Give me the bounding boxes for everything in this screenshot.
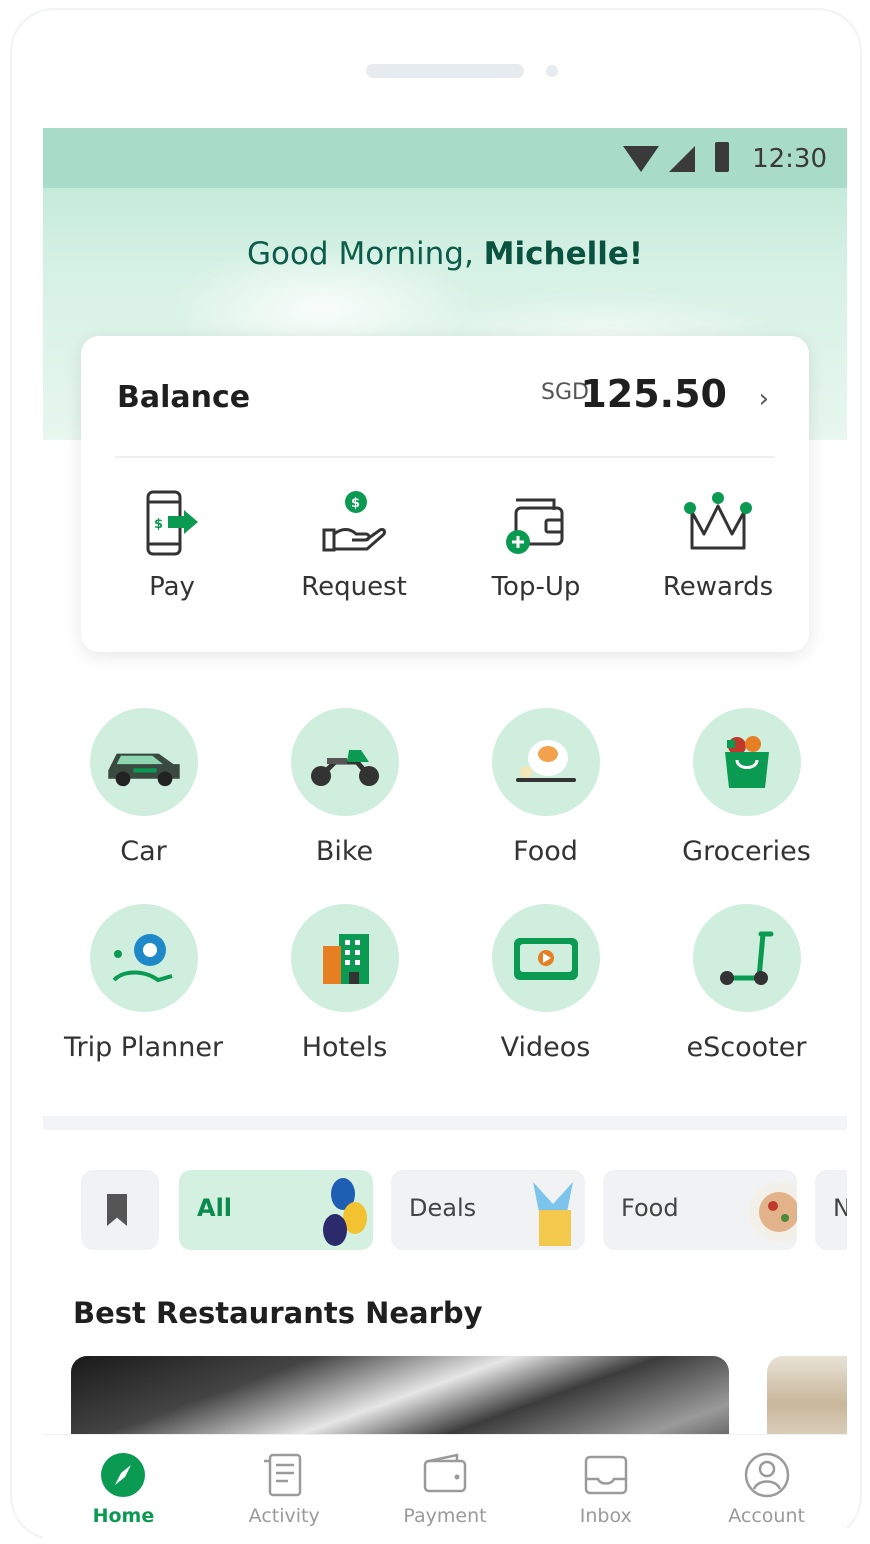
nav-home-label: Home <box>92 1505 155 1527</box>
service-hotels[interactable]: Hotels <box>244 904 445 1100</box>
service-bike-label: Bike <box>315 836 374 867</box>
category-chips: All Deals Food N <box>71 1170 847 1250</box>
trip-planner-icon <box>89 904 198 1012</box>
chip-all[interactable]: All <box>179 1170 373 1250</box>
phone-pay-icon: $ <box>146 490 198 556</box>
top-up-label: Top-Up <box>491 572 581 602</box>
phone-camera <box>546 65 558 77</box>
bottom-navigation: Home Activity Payment Inbox Account <box>43 1434 847 1540</box>
chip-new[interactable]: Ne <box>815 1170 847 1250</box>
chip-deals[interactable]: Deals <box>391 1170 585 1250</box>
svg-text:$: $ <box>351 496 360 511</box>
chip-food-label: Food <box>621 1194 679 1222</box>
chip-new-label: Ne <box>833 1194 847 1222</box>
app-screen: 12:30 Good Morning, Michelle! Balance SG… <box>43 128 847 1540</box>
wifi-icon <box>623 146 659 172</box>
wallet-plus-icon <box>506 498 564 554</box>
service-car-label: Car <box>120 836 167 867</box>
card-divider <box>115 456 775 458</box>
service-groceries-label: Groceries <box>682 836 811 867</box>
bookmark-icon <box>107 1194 127 1226</box>
gift-icon <box>533 1182 573 1246</box>
nav-payment[interactable]: Payment <box>365 1435 526 1540</box>
receipt-icon <box>264 1453 302 1497</box>
nav-account[interactable]: Account <box>686 1435 847 1540</box>
user-icon <box>744 1452 789 1498</box>
chip-all-label: All <box>197 1194 233 1222</box>
food-icon <box>491 708 600 816</box>
video-icon <box>491 904 600 1012</box>
service-car[interactable]: Car <box>43 708 244 904</box>
nav-inbox[interactable]: Inbox <box>525 1435 686 1540</box>
service-groceries[interactable]: Groceries <box>646 708 847 904</box>
phone-frame: 12:30 Good Morning, Michelle! Balance SG… <box>10 8 862 1540</box>
wallet-icon <box>423 1453 467 1493</box>
car-icon <box>89 708 198 816</box>
bike-icon <box>290 708 399 816</box>
top-up-button[interactable]: Top-Up <box>445 486 627 626</box>
nav-inbox-label: Inbox <box>579 1505 632 1527</box>
services-row-2: Trip Planner Hotels Videos eScooter <box>43 904 847 1100</box>
service-hotels-label: Hotels <box>301 1032 388 1063</box>
service-videos-label: Videos <box>500 1032 591 1063</box>
crown-icon <box>684 492 752 550</box>
greeting-prefix: Good Morning, <box>246 236 474 272</box>
nav-home[interactable]: Home <box>43 1435 204 1540</box>
service-escooter[interactable]: eScooter <box>646 904 847 1100</box>
balloons-icon <box>323 1178 367 1246</box>
service-bike[interactable]: Bike <box>244 708 445 904</box>
service-food[interactable]: Food <box>445 708 646 904</box>
inbox-icon <box>584 1455 628 1495</box>
request-button[interactable]: $ Request <box>263 486 445 626</box>
balance-amount[interactable]: 125.50 <box>580 372 727 416</box>
status-time: 12:30 <box>752 144 827 174</box>
service-trip-planner-label: Trip Planner <box>63 1032 224 1063</box>
hand-coin-icon: $ <box>322 491 386 552</box>
service-escooter-label: eScooter <box>686 1032 807 1063</box>
service-food-label: Food <box>513 836 578 867</box>
request-label: Request <box>301 572 407 602</box>
hotel-icon <box>290 904 399 1012</box>
svg-text:$: $ <box>154 517 163 532</box>
rewards-button[interactable]: Rewards <box>627 486 809 626</box>
status-bar: 12:30 <box>43 128 847 188</box>
service-videos[interactable]: Videos <box>445 904 646 1100</box>
balance-label: Balance <box>117 380 251 415</box>
grocery-bag-icon <box>692 708 801 816</box>
chip-food[interactable]: Food <box>603 1170 797 1250</box>
greeting-name: Michelle! <box>483 236 644 272</box>
balance-card: Balance SGD 125.50 › $ Pay $ Request Top… <box>81 336 809 652</box>
service-trip-planner[interactable]: Trip Planner <box>43 904 244 1100</box>
greeting-text: Good Morning, Michelle! <box>43 236 847 272</box>
chip-deals-label: Deals <box>409 1194 477 1222</box>
pay-label: Pay <box>149 572 195 602</box>
section-separator <box>43 1116 847 1130</box>
phone-speaker <box>366 64 524 78</box>
services-grid: Car Bike Food Groceries Trip Planner Hot… <box>43 708 847 1100</box>
food-plate-icon <box>749 1182 797 1242</box>
services-row-1: Car Bike Food Groceries <box>43 708 847 904</box>
nav-activity[interactable]: Activity <box>204 1435 365 1540</box>
wallet-actions: $ Pay $ Request Top-Up Rewards <box>81 486 809 626</box>
scooter-icon <box>692 904 801 1012</box>
nav-payment-label: Payment <box>403 1505 487 1527</box>
signal-icon <box>669 146 695 172</box>
nav-activity-label: Activity <box>248 1505 320 1527</box>
section-title: Best Restaurants Nearby <box>73 1296 483 1330</box>
nav-account-label: Account <box>728 1505 805 1527</box>
saved-chip[interactable] <box>81 1170 159 1250</box>
rewards-label: Rewards <box>662 572 774 602</box>
chevron-right-icon[interactable]: › <box>759 384 769 414</box>
compass-icon <box>101 1453 146 1497</box>
battery-icon <box>715 142 729 172</box>
pay-button[interactable]: $ Pay <box>81 486 263 626</box>
